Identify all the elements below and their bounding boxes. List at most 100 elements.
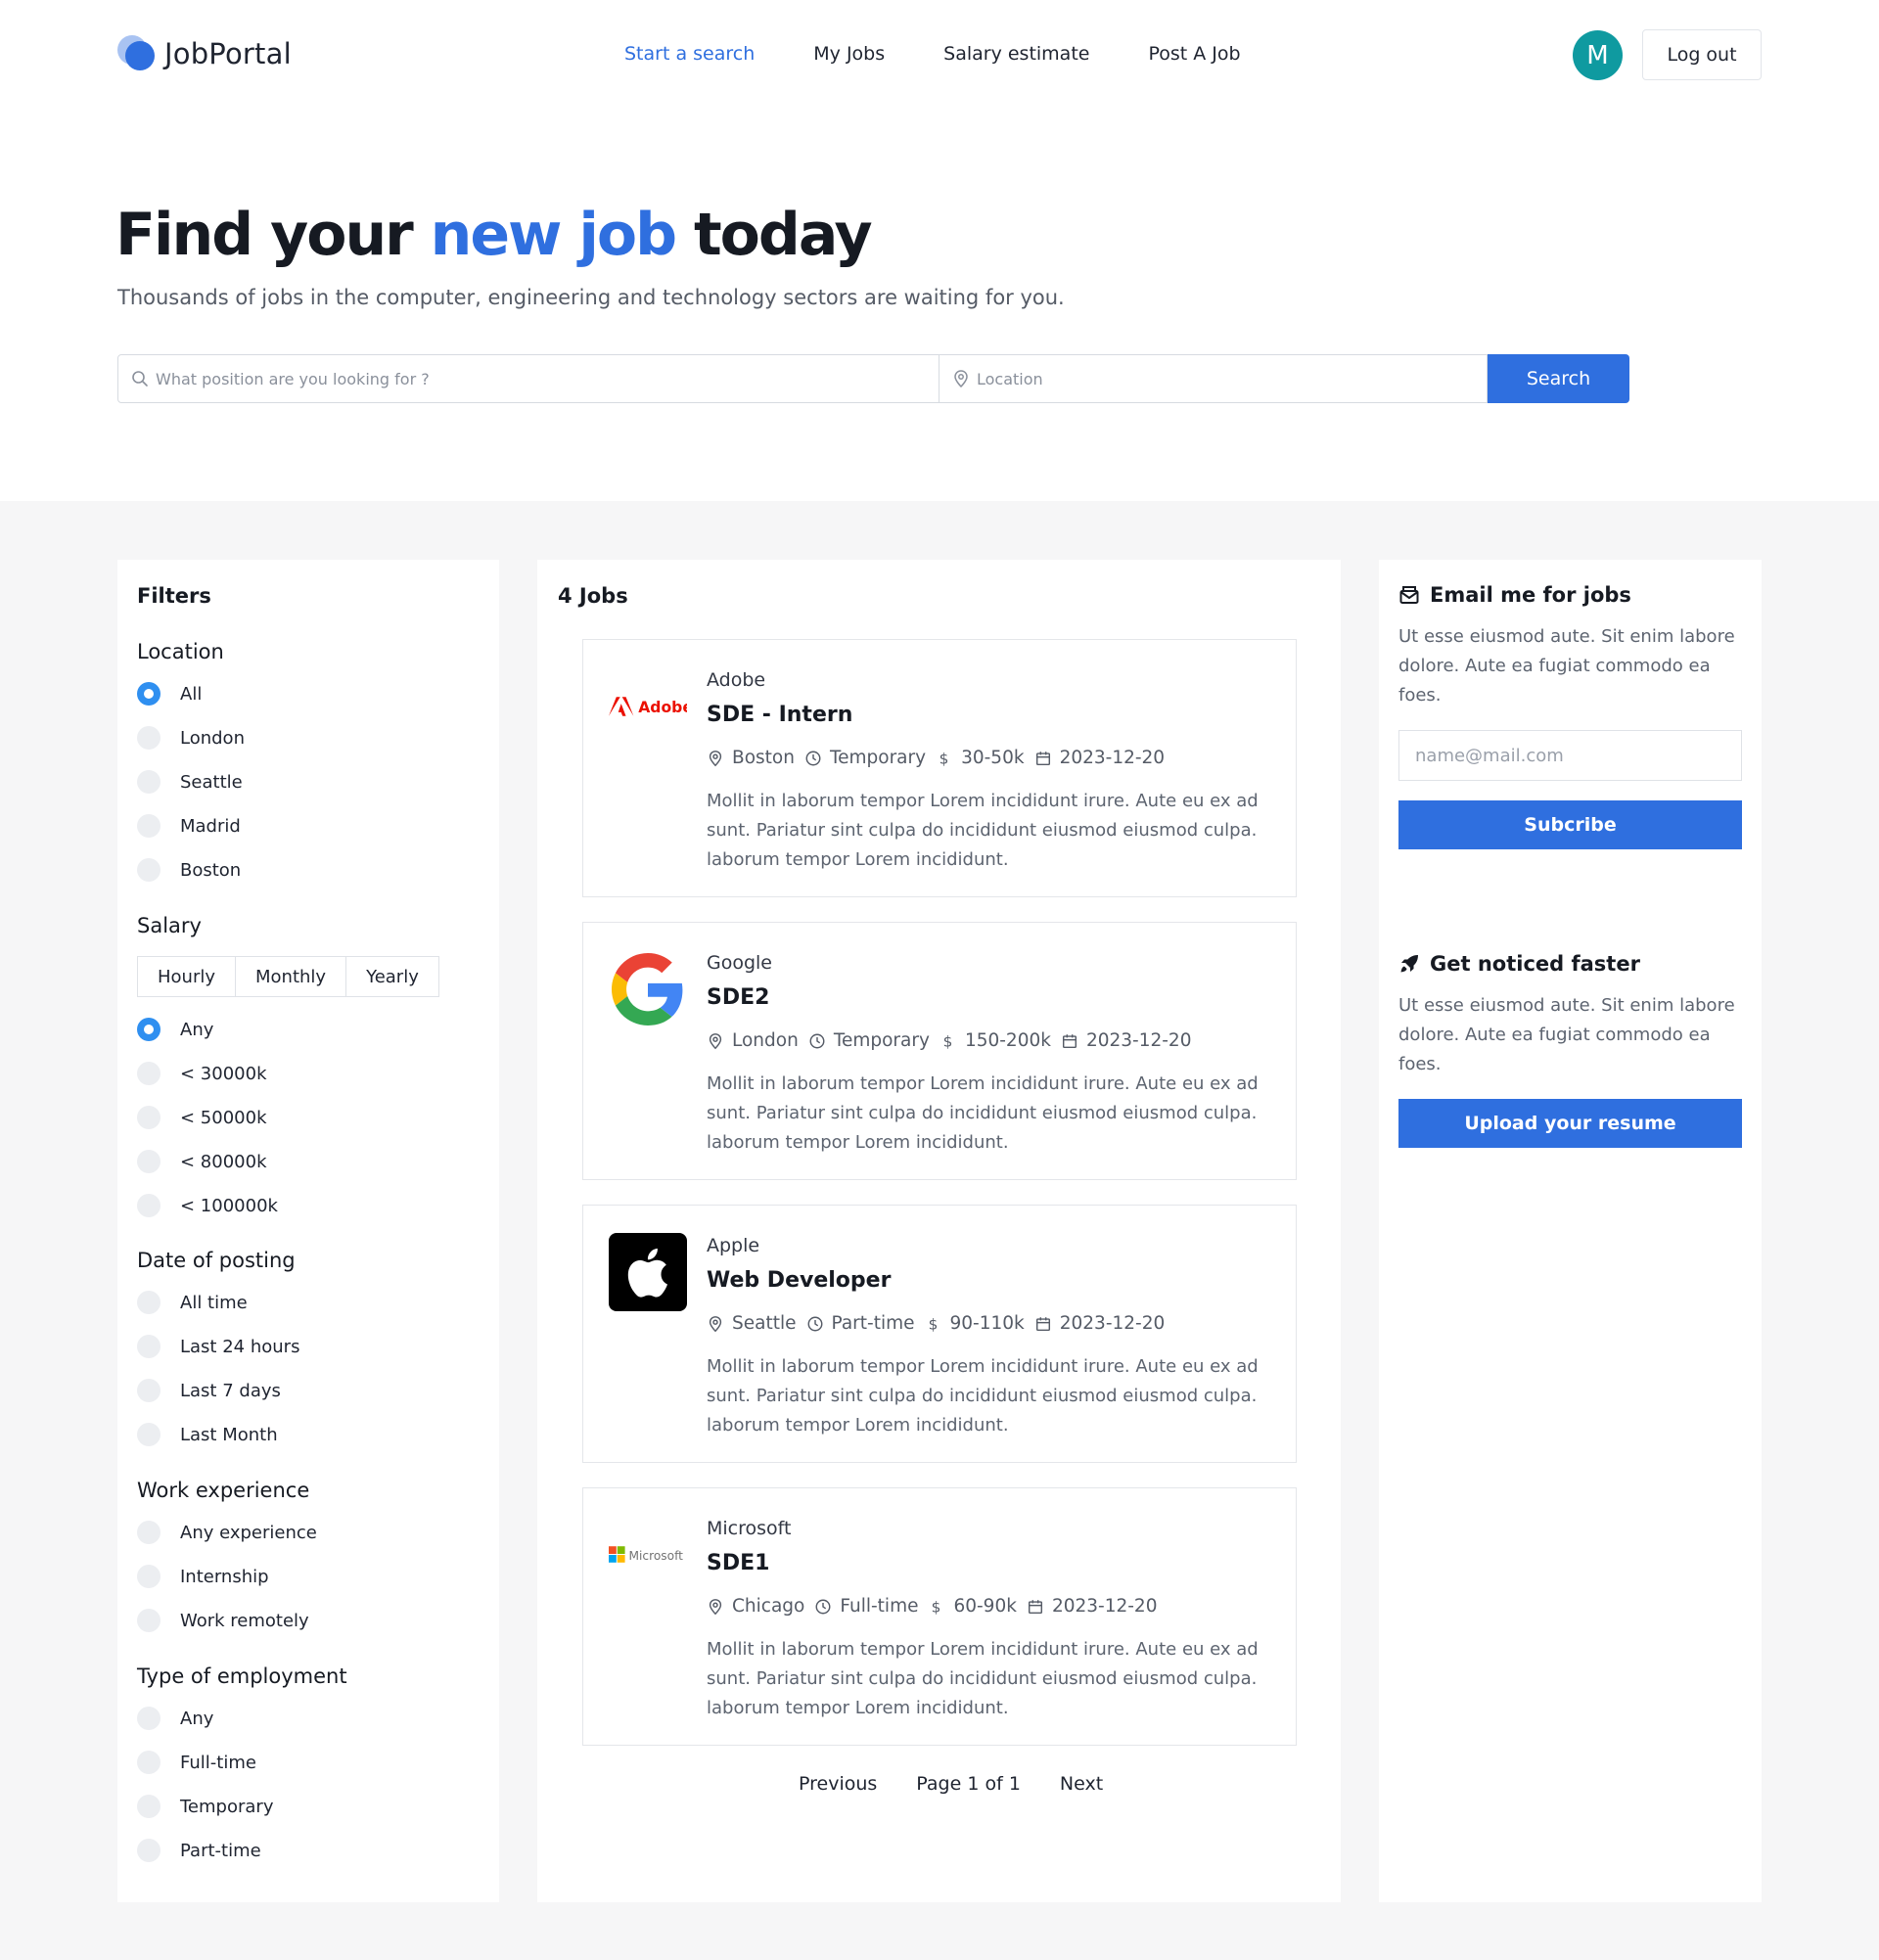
upload-resume-button[interactable]: Upload your resume — [1398, 1099, 1742, 1148]
job-salary: 30-50k — [961, 748, 1025, 768]
filter-experience-any[interactable]: Any experience — [137, 1521, 317, 1544]
location-search-input[interactable] — [940, 355, 1487, 402]
nav-salary-estimate[interactable]: Salary estimate — [943, 43, 1089, 65]
job-date: 2023-12-20 — [1085, 1030, 1192, 1051]
filter-salary-any[interactable]: Any — [137, 1018, 213, 1041]
main-nav: Start a search My Jobs Salary estimate P… — [624, 43, 1300, 65]
filter-salary-80000k[interactable]: < 80000k — [137, 1150, 267, 1173]
salary-period-hourly[interactable]: Hourly — [138, 957, 237, 996]
radio[interactable] — [137, 858, 160, 882]
filter-date-month[interactable]: Last Month — [137, 1423, 278, 1446]
job-meta: Chicago Full-time $60-90k 2023-12-20 — [707, 1596, 1167, 1617]
radio[interactable] — [137, 770, 160, 794]
job-card[interactable]: Apple Web Developer Seattle Part-time $9… — [582, 1205, 1297, 1463]
filter-salary-30000k[interactable]: < 30000k — [137, 1062, 267, 1085]
radio[interactable] — [137, 726, 160, 750]
logout-button[interactable]: Log out — [1642, 29, 1762, 80]
filter-date-24h[interactable]: Last 24 hours — [137, 1335, 299, 1358]
radio-label: < 30000k — [180, 1063, 267, 1084]
jobs-panel: 4 Jobs Adobe Adobe SDE - Intern Boston T… — [537, 560, 1341, 1902]
job-meta: Boston Temporary $30-50k 2023-12-20 — [707, 748, 1174, 768]
dollar-icon: $ — [943, 1032, 953, 1050]
sidebar-right: Email me for jobs Ut esse eiusmod aute. … — [1379, 560, 1762, 1902]
radio-label: Any experience — [180, 1522, 317, 1543]
job-title[interactable]: SDE1 — [707, 1551, 769, 1575]
calendar-icon — [1035, 751, 1050, 765]
filter-date-all-time[interactable]: All time — [137, 1291, 248, 1314]
radio[interactable] — [137, 1565, 160, 1588]
filter-date-7d[interactable]: Last 7 days — [137, 1379, 281, 1402]
clock-icon — [815, 1599, 831, 1614]
email-field[interactable] — [1398, 730, 1742, 781]
filter-employment-any[interactable]: Any — [137, 1707, 213, 1730]
radio-checked[interactable] — [137, 682, 160, 706]
radio[interactable] — [137, 1150, 160, 1173]
job-meta: Seattle Part-time $90-110k 2023-12-20 — [707, 1313, 1174, 1334]
job-salary: 60-90k — [953, 1596, 1017, 1617]
brand-logo[interactable]: JobPortal — [117, 35, 292, 72]
search-bar: Search — [117, 354, 1629, 403]
filters-panel: Filters Location All London Seattle Madr… — [117, 560, 499, 1902]
radio[interactable] — [137, 1751, 160, 1774]
nav-start-search[interactable]: Start a search — [624, 43, 755, 65]
company-name: Microsoft — [707, 1518, 792, 1539]
radio[interactable] — [137, 1335, 160, 1358]
filter-salary-100000k[interactable]: < 100000k — [137, 1194, 278, 1217]
filter-salary-50000k[interactable]: < 50000k — [137, 1106, 267, 1129]
job-title[interactable]: SDE2 — [707, 985, 769, 1010]
job-card[interactable]: Adobe Adobe SDE - Intern Boston Temporar… — [582, 639, 1297, 897]
job-location: Seattle — [732, 1313, 797, 1334]
svg-text:$: $ — [932, 1598, 941, 1616]
filter-employment-part-time[interactable]: Part-time — [137, 1839, 261, 1862]
radio[interactable] — [137, 1291, 160, 1314]
filter-date-title: Date of posting — [137, 1249, 296, 1272]
google-logo — [609, 950, 687, 1028]
radio[interactable] — [137, 1839, 160, 1862]
radio[interactable] — [137, 1194, 160, 1217]
filter-employment-temporary[interactable]: Temporary — [137, 1795, 273, 1818]
radio-checked[interactable] — [137, 1018, 160, 1041]
location-pin-icon — [954, 370, 968, 388]
radio[interactable] — [137, 814, 160, 838]
job-date: 2023-12-20 — [1059, 1313, 1166, 1334]
user-avatar[interactable]: M — [1573, 30, 1623, 80]
radio[interactable] — [137, 1521, 160, 1544]
radio[interactable] — [137, 1795, 160, 1818]
job-description: Mollit in laborum tempor Lorem incididun… — [707, 1639, 1259, 1718]
radio[interactable] — [137, 1423, 160, 1446]
radio[interactable] — [137, 1106, 160, 1129]
jobs-count: 4 Jobs — [558, 584, 628, 608]
nav-post-job[interactable]: Post A Job — [1148, 43, 1240, 65]
job-card[interactable]: Microsoft Microsoft SDE1 Chicago Full-ti… — [582, 1487, 1297, 1746]
radio[interactable] — [137, 1707, 160, 1730]
filter-experience-internship[interactable]: Internship — [137, 1565, 269, 1588]
job-title[interactable]: Web Developer — [707, 1268, 891, 1293]
radio[interactable] — [137, 1609, 160, 1632]
radio-label: Madrid — [180, 815, 241, 837]
get-noticed-text: Ut esse eiusmod aute. Sit enim labore do… — [1398, 995, 1735, 1074]
previous-page-button[interactable]: Previous — [799, 1773, 877, 1795]
position-search-input[interactable] — [118, 355, 939, 402]
filter-employment-full-time[interactable]: Full-time — [137, 1751, 256, 1774]
salary-period-yearly[interactable]: Yearly — [346, 957, 438, 996]
filter-location-london[interactable]: London — [137, 726, 245, 750]
radio-label: All — [180, 683, 203, 705]
filter-experience-remote[interactable]: Work remotely — [137, 1609, 309, 1632]
filter-salary-title: Salary — [137, 914, 202, 937]
search-button[interactable]: Search — [1488, 354, 1629, 403]
next-page-button[interactable]: Next — [1060, 1773, 1103, 1795]
filter-location-all[interactable]: All — [137, 682, 202, 706]
radio[interactable] — [137, 1379, 160, 1402]
nav-my-jobs[interactable]: My Jobs — [813, 43, 885, 65]
salary-period-monthly[interactable]: Monthly — [236, 957, 347, 996]
subscribe-button[interactable]: Subcribe — [1398, 800, 1742, 849]
job-location: Boston — [732, 748, 795, 768]
filter-location-madrid[interactable]: Madrid — [137, 814, 241, 838]
job-card[interactable]: Google SDE2 London Temporary $150-200k 2… — [582, 922, 1297, 1180]
radio[interactable] — [137, 1062, 160, 1085]
job-title[interactable]: SDE - Intern — [707, 703, 852, 727]
job-date: 2023-12-20 — [1059, 748, 1166, 768]
filter-location-boston[interactable]: Boston — [137, 858, 241, 882]
filter-location-seattle[interactable]: Seattle — [137, 770, 243, 794]
radio-label: All time — [180, 1292, 248, 1313]
